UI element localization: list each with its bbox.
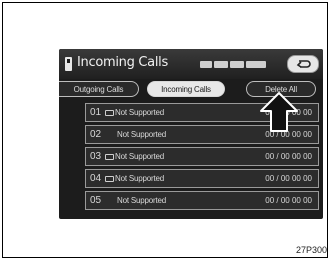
tab-incoming-calls[interactable]: Incoming Calls (147, 81, 225, 97)
row-time: 00 / 00 00 00 (265, 196, 312, 205)
list-item[interactable]: 05 Not Supported 00 / 00 00 00 (85, 191, 319, 210)
header-bar: Incoming Calls (59, 49, 323, 79)
phone-icon (65, 57, 72, 71)
row-number: 05 (90, 195, 102, 206)
figure-frame: Incoming Calls Outgoing Calls Incoming C… (2, 2, 328, 258)
page-title: Incoming Calls (77, 55, 168, 70)
row-number: 04 (90, 173, 102, 184)
list-item[interactable]: 03 Not Supported 00 / 00 00 00 (85, 147, 319, 166)
row-number: 03 (90, 151, 102, 162)
message-icon (105, 175, 114, 182)
pointer-arrow-icon (260, 92, 298, 132)
signal-icon (200, 61, 212, 68)
roam-icon (230, 61, 244, 68)
return-arrow-icon (296, 60, 311, 68)
bluetooth-icon (246, 61, 266, 68)
tab-outgoing-calls[interactable]: Outgoing Calls (59, 81, 139, 97)
battery-icon (214, 61, 228, 68)
message-icon (105, 109, 114, 116)
row-number: 01 (90, 107, 102, 118)
row-time: 00 / 00 00 00 (265, 152, 312, 161)
list-item[interactable]: 04 Not Supported 00 / 00 00 00 (85, 169, 319, 188)
display-screen: Incoming Calls Outgoing Calls Incoming C… (59, 49, 323, 219)
back-button[interactable] (287, 55, 319, 73)
figure-caption: 27P300 (296, 245, 328, 255)
row-number: 02 (90, 129, 102, 140)
message-icon (105, 153, 114, 160)
row-time: 00 / 00 00 00 (265, 174, 312, 183)
status-icons (200, 60, 266, 69)
